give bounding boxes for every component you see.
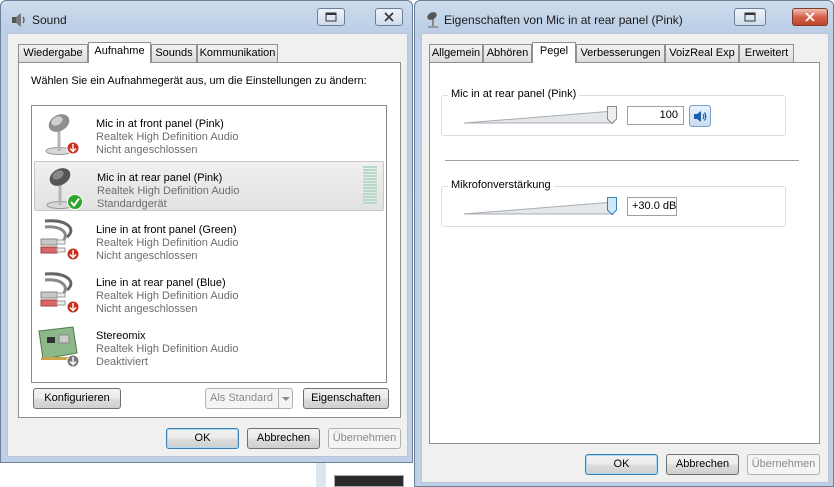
tab-voizreal-exp[interactable]: VoizReal Exp <box>665 44 739 62</box>
device-name: Mic in at front panel (Pink) <box>96 118 224 130</box>
level-slider-track <box>464 110 614 124</box>
level-group: Mic in at rear panel (Pink) 100 <box>441 88 786 136</box>
boost-slider-track <box>464 201 614 215</box>
boost-slider-thumb[interactable] <box>607 197 617 215</box>
level-label: Mic in at rear panel (Pink) <box>448 88 580 100</box>
device-driver: Realtek High Definition Audio <box>96 343 239 355</box>
device-name: Mic in at rear panel (Pink) <box>97 172 223 184</box>
level-slider-thumb[interactable] <box>607 106 617 124</box>
device-driver: Realtek High Definition Audio <box>96 131 239 143</box>
tab-wiedergabe[interactable]: Wiedergabe <box>18 44 88 62</box>
instruction-text: Wählen Sie ein Aufnahmegerät aus, um die… <box>31 75 367 87</box>
separator <box>445 160 799 161</box>
tab-aufnahme[interactable]: Aufnahme <box>88 42 151 63</box>
tab-allgemein[interactable]: Allgemein <box>429 44 483 62</box>
boost-label: Mikrofonverstärkung <box>448 179 554 191</box>
tab-sounds[interactable]: Sounds <box>151 44 197 62</box>
close-icon <box>384 12 394 22</box>
properties-window: Eigenschaften von Mic in at rear panel (… <box>414 0 834 487</box>
apply-button[interactable]: Übernehmen <box>747 454 820 475</box>
cancel-button[interactable]: Abbrechen <box>247 428 320 449</box>
properties-tab-strip: Allgemein Abhören Pegel Verbesserungen V… <box>429 42 821 63</box>
tab-verbesserungen[interactable]: Verbesserungen <box>576 44 665 62</box>
configure-button[interactable]: Konfigurieren <box>33 388 121 409</box>
device-name: Stereomix <box>96 330 146 342</box>
restore-icon <box>325 12 337 22</box>
device-status: Nicht angeschlossen <box>96 144 198 156</box>
sound-titlebar[interactable]: Sound <box>1 1 412 33</box>
boost-group: Mikrofonverstärkung +30.0 dB <box>441 179 786 227</box>
microphone-icon <box>45 114 80 155</box>
set-default-label: Als Standard <box>210 392 273 404</box>
level-value-field[interactable]: 100 <box>627 106 684 125</box>
close-icon <box>805 12 815 22</box>
window-title: Sound <box>32 13 67 27</box>
close-button[interactable] <box>792 8 828 26</box>
device-name: Line in at rear panel (Blue) <box>96 277 226 289</box>
restore-icon <box>744 12 756 22</box>
device-list[interactable]: Mic in at front panel (Pink) Realtek Hig… <box>31 105 387 383</box>
scroll-strip <box>316 463 326 487</box>
speaker-icon <box>12 13 25 27</box>
set-default-dropdown[interactable]: Als Standard <box>205 388 293 409</box>
mute-toggle-button[interactable] <box>689 105 711 127</box>
sound-client-area: Wiedergabe Aufnahme Sounds Kommunikation… <box>7 33 408 457</box>
ok-button[interactable]: OK <box>166 428 239 449</box>
rca-cable-icon <box>40 272 80 314</box>
ok-button[interactable]: OK <box>585 454 658 475</box>
properties-button[interactable]: Eigenschaften <box>303 388 389 409</box>
level-meter <box>363 166 377 206</box>
aufnahme-panel: Wählen Sie ein Aufnahmegerät aus, um die… <box>18 62 401 418</box>
boost-value-field[interactable]: +30.0 dB <box>627 197 677 216</box>
device-status: Deaktiviert <box>96 356 148 368</box>
device-status: Nicht angeschlossen <box>96 303 198 315</box>
speaker-icon <box>694 111 707 122</box>
rca-cable-icon <box>40 219 80 261</box>
thumbnail-image <box>334 475 404 487</box>
list-item-device-selected[interactable]: Mic in at rear panel (Pink) Realtek High… <box>34 161 384 211</box>
apply-button[interactable]: Übernehmen <box>328 428 401 449</box>
device-driver: Realtek High Definition Audio <box>97 185 240 197</box>
sound-tab-strip: Wiedergabe Aufnahme Sounds Kommunikation <box>18 42 398 63</box>
tab-pegel[interactable]: Pegel <box>532 42 576 63</box>
restore-button[interactable] <box>734 8 766 26</box>
close-button[interactable] <box>375 8 403 26</box>
sound-card-icon <box>38 326 80 368</box>
list-item-device[interactable]: Mic in at front panel (Pink) Realtek Hig… <box>34 108 384 158</box>
sound-window: Sound Wiedergabe Aufnahme Sounds Kommuni… <box>0 0 413 463</box>
device-driver: Realtek High Definition Audio <box>96 237 239 249</box>
microphone-icon <box>46 168 83 210</box>
list-item-device[interactable]: Line in at rear panel (Blue) Realtek Hig… <box>34 267 384 317</box>
desktop-background <box>0 463 414 487</box>
pegel-panel: Mic in at rear panel (Pink) 100 Mikrofon… <box>429 62 820 444</box>
properties-client-area: Allgemein Abhören Pegel Verbesserungen V… <box>421 33 829 483</box>
window-title: Eigenschaften von Mic in at rear panel (… <box>444 13 683 27</box>
list-item-device[interactable]: Line in at front panel (Green) Realtek H… <box>34 214 384 264</box>
device-name: Line in at front panel (Green) <box>96 224 237 236</box>
device-driver: Realtek High Definition Audio <box>96 290 239 302</box>
tab-kommunikation[interactable]: Kommunikation <box>197 44 278 62</box>
device-status: Standardgerät <box>97 198 167 210</box>
device-status: Nicht angeschlossen <box>96 250 198 262</box>
microphone-icon <box>427 12 438 28</box>
cancel-button[interactable]: Abbrechen <box>666 454 739 475</box>
list-item-device[interactable]: Stereomix Realtek High Definition Audio … <box>34 320 384 370</box>
chevron-down-icon <box>278 389 292 408</box>
properties-titlebar[interactable]: Eigenschaften von Mic in at rear panel (… <box>415 1 833 33</box>
restore-button[interactable] <box>317 8 345 26</box>
tab-abhoeren[interactable]: Abhören <box>483 44 532 62</box>
tab-erweitert[interactable]: Erweitert <box>739 44 794 62</box>
